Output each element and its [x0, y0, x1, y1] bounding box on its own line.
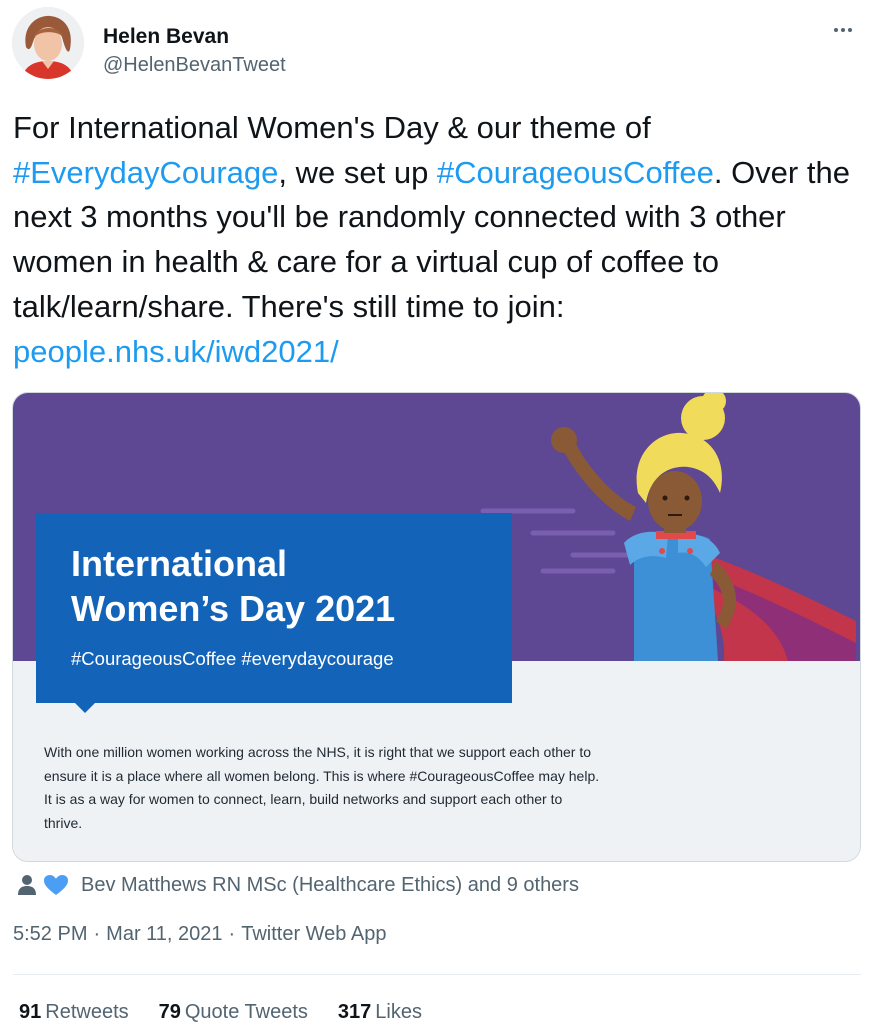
iwd-title-line2: Women’s Day 2021 — [71, 588, 396, 629]
likes-label: Likes — [375, 1001, 422, 1023]
quotes-label: Quote Tweets — [184, 1001, 308, 1023]
tweet-date[interactable]: Mar 11, 2021 — [106, 923, 222, 946]
tweet-text: For International Women's Day & our them… — [13, 106, 868, 374]
iwd-box-pointer — [73, 701, 97, 713]
tweet-text-segment: For International Women's Day & our them… — [13, 110, 651, 145]
tweet-header: Helen Bevan @HelenBevanTweet — [12, 7, 862, 81]
iwd-title-box: International Women’s Day 2021 #Courageo… — [36, 513, 512, 703]
likes-stat[interactable]: 317 Likes — [338, 1001, 422, 1024]
tweet-source-app[interactable]: Twitter Web App — [241, 923, 386, 946]
quotes-count: 79 — [158, 1001, 181, 1023]
superhero-illustration — [551, 393, 856, 661]
url-link[interactable]: people.nhs.uk/iwd2021/ — [13, 334, 339, 369]
quote-tweets-stat[interactable]: 79 Quote Tweets — [159, 1001, 308, 1024]
hashtag-everydaycourage-link[interactable]: #EverydayCourage — [13, 155, 278, 190]
likers-row[interactable]: Bev Matthews RN MSc (Healthcare Ethics) … — [17, 870, 817, 900]
person-icon — [18, 875, 36, 895]
retweets-stat[interactable]: 91 Retweets — [19, 1001, 129, 1024]
heart-icon — [44, 875, 68, 895]
avatar[interactable] — [12, 7, 84, 79]
tweet-text-segment: , we set up — [278, 154, 437, 190]
iwd-title: International Women’s Day 2021 — [71, 541, 501, 631]
tweet-time[interactable]: 5:52 PM — [13, 923, 87, 946]
iwd-hashtags: #CourageousCoffee #everydaycourage — [71, 648, 394, 669]
tweet-media-image[interactable]: International Women’s Day 2021 #Courageo… — [12, 392, 861, 862]
likers-text: Bev Matthews RN MSc (Healthcare Ethics) … — [81, 873, 579, 896]
more-icon[interactable] — [828, 15, 858, 45]
likes-count: 317 — [337, 1001, 372, 1023]
tweet-meta: 5:52 PM · Mar 11, 2021 · Twitter Web App — [13, 923, 386, 946]
author-handle[interactable]: @HelenBevanTweet — [103, 54, 286, 77]
retweets-count: 91 — [19, 1001, 42, 1023]
iwd-title-line1: International — [71, 543, 288, 584]
media-body-text: With one million women working across th… — [44, 744, 600, 832]
meta-separator: · — [228, 923, 236, 945]
meta-separator: · — [93, 923, 101, 945]
divider — [13, 974, 861, 975]
tweet-stats: 91 Retweets 79 Quote Tweets 317 Likes — [19, 1001, 452, 1024]
hashtag-courageouscoffee-link[interactable]: #CourageousCoffee — [437, 155, 714, 190]
retweets-label: Retweets — [45, 1001, 129, 1023]
author-name[interactable]: Helen Bevan — [103, 25, 229, 49]
